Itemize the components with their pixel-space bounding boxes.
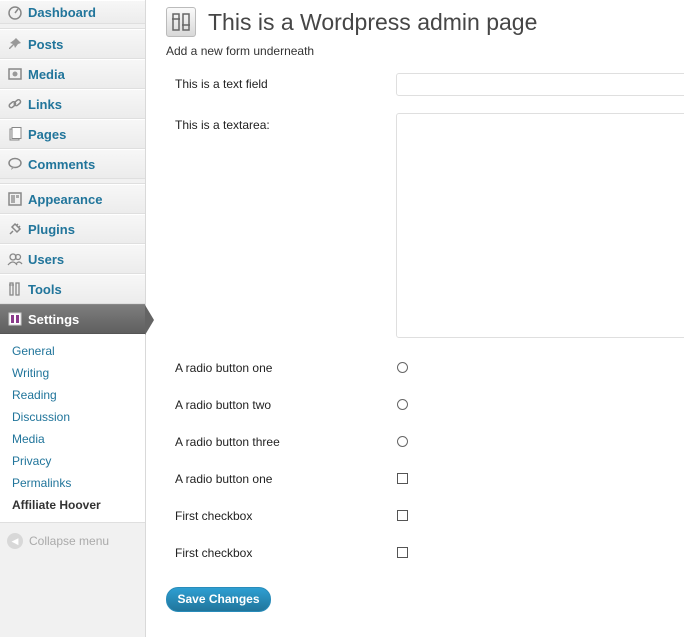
pages-icon [6, 125, 24, 143]
menu-label: Media [28, 66, 65, 82]
admin-sidebar: Dashboard Posts Media Links Pages Commen… [0, 0, 154, 637]
menu-item-media[interactable]: Media [0, 59, 145, 89]
submenu-writing[interactable]: Writing [0, 362, 145, 384]
checkbox-radio-four[interactable] [397, 473, 408, 484]
submenu-media[interactable]: Media [0, 428, 145, 450]
textarea-label: This is a textarea: [175, 118, 270, 132]
menu-label: Dashboard [28, 4, 96, 20]
collapse-label: Collapse menu [29, 534, 110, 548]
plugin-icon [6, 220, 24, 238]
page-title: This is a Wordpress admin page [208, 8, 538, 35]
settings-icon [6, 310, 24, 328]
radio-three[interactable] [397, 436, 408, 447]
collapse-arrow-icon: ◀ [7, 533, 23, 549]
appearance-icon [6, 190, 24, 208]
radio-four-label: A radio button one [175, 472, 273, 486]
menu-item-tools[interactable]: Tools [0, 274, 145, 304]
submenu-discussion[interactable]: Discussion [0, 406, 145, 428]
menu-item-posts[interactable]: Posts [0, 29, 145, 59]
menu-item-settings[interactable]: Settings [0, 304, 154, 335]
radio-two-label: A radio button two [175, 398, 272, 412]
settings-submenu: General Writing Reading Discussion Media… [0, 334, 145, 523]
settings-page-icon [166, 7, 196, 37]
menu-item-appearance[interactable]: Appearance [0, 184, 145, 214]
menu-item-pages[interactable]: Pages [0, 119, 145, 149]
radio-one[interactable] [397, 362, 408, 373]
page-subtitle: Add a new form underneath [166, 44, 315, 58]
radio-three-label: A radio button three [175, 435, 280, 449]
checkbox-two-label: First checkbox [175, 546, 253, 560]
collapse-menu[interactable]: ◀ Collapse menu [0, 523, 145, 549]
menu-label: Pages [28, 126, 67, 142]
menu-label: Comments [28, 156, 96, 172]
menu-item-users[interactable]: Users [0, 244, 145, 274]
menu-label: Plugins [28, 221, 75, 237]
pin-icon [6, 35, 24, 53]
save-changes-button[interactable]: Save Changes [166, 587, 271, 612]
main-content: This is a Wordpress admin page Add a new… [166, 0, 684, 612]
page-header: This is a Wordpress admin page [166, 0, 684, 44]
submenu-general[interactable]: General [0, 340, 145, 362]
menu-item-dashboard[interactable]: Dashboard [0, 0, 145, 24]
submenu-permalinks[interactable]: Permalinks [0, 472, 145, 494]
menu-label: Appearance [28, 191, 103, 207]
submenu-privacy[interactable]: Privacy [0, 450, 145, 472]
text-field-input[interactable] [396, 73, 684, 96]
menu-item-comments[interactable]: Comments [0, 149, 145, 179]
menu-label: Posts [28, 36, 64, 52]
checkbox-one-label: First checkbox [175, 509, 253, 523]
comment-icon [6, 155, 24, 173]
menu-item-links[interactable]: Links [0, 89, 145, 119]
link-icon [6, 95, 24, 113]
radio-two[interactable] [397, 399, 408, 410]
media-icon [6, 65, 24, 83]
dashboard-icon [6, 3, 24, 21]
menu-item-plugins[interactable]: Plugins [0, 214, 145, 244]
text-field-label: This is a text field [175, 77, 268, 91]
menu-label: Settings [28, 311, 80, 327]
menu-label: Users [28, 251, 65, 267]
checkbox-two[interactable] [397, 547, 408, 558]
menu-label: Links [28, 96, 62, 112]
checkbox-one[interactable] [397, 510, 408, 521]
textarea-input[interactable] [396, 113, 684, 338]
tools-icon [6, 280, 24, 298]
submenu-affiliate-hoover[interactable]: Affiliate Hoover [0, 494, 145, 516]
radio-one-label: A radio button one [175, 361, 273, 375]
menu-label: Tools [28, 281, 62, 297]
users-icon [6, 250, 24, 268]
submenu-reading[interactable]: Reading [0, 384, 145, 406]
